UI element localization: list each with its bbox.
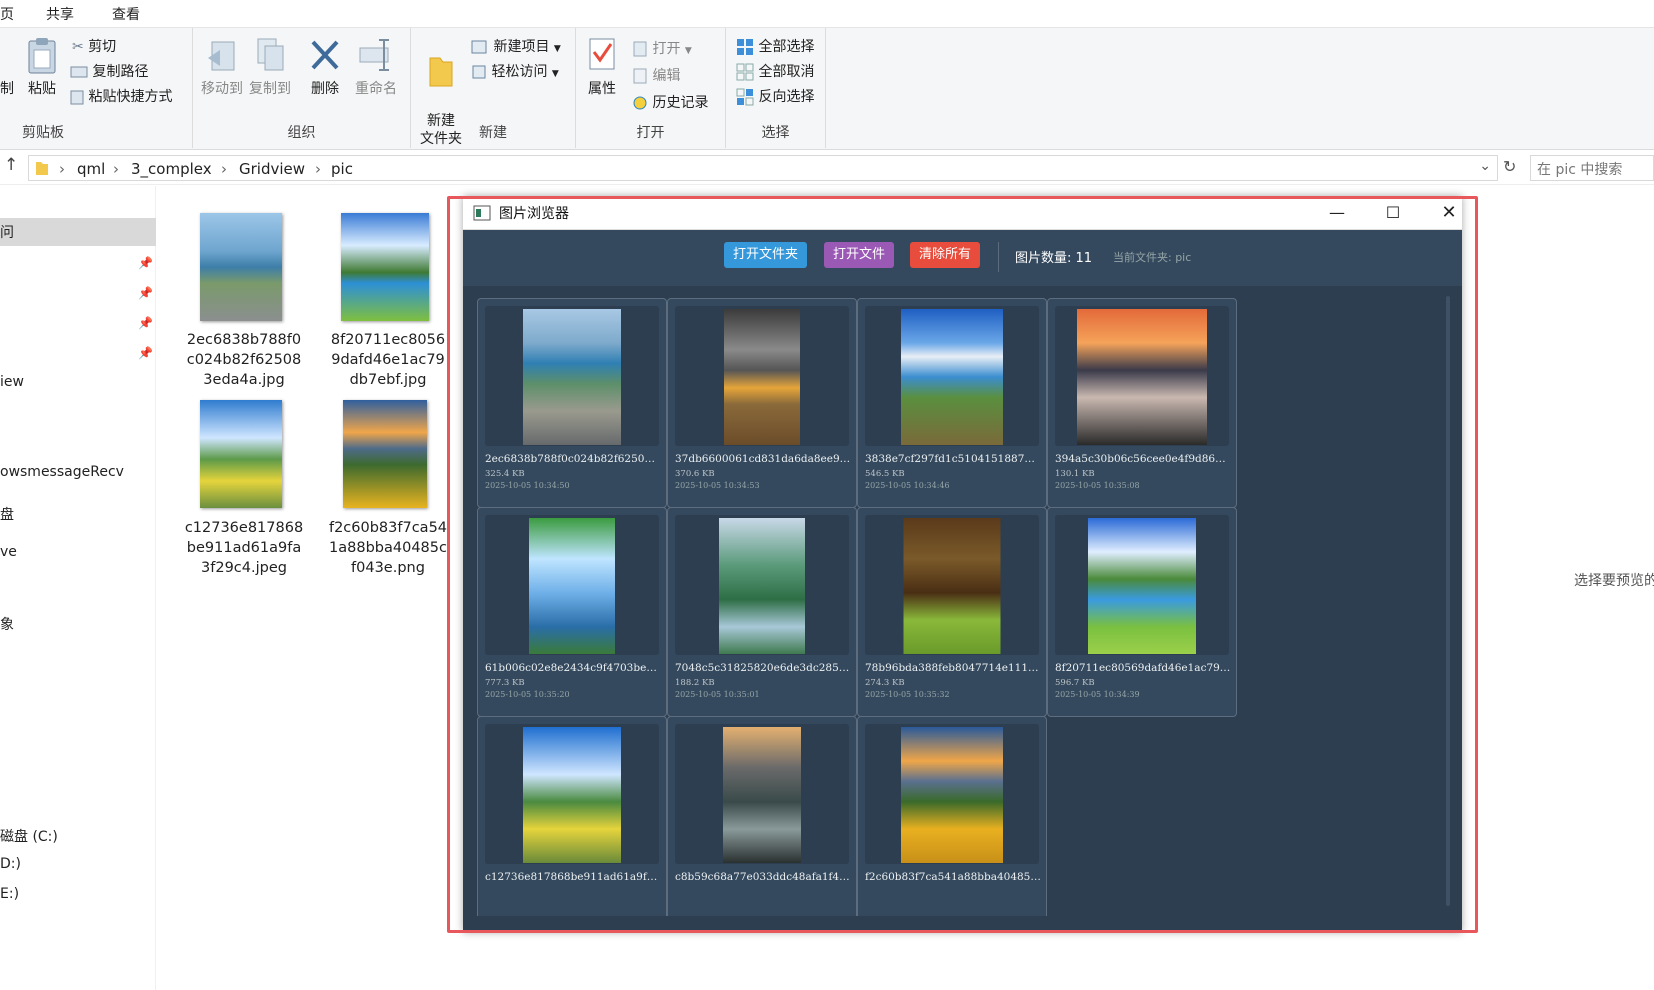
open-group: 属性 打开 ▼ 编辑 历史记录 打开 <box>576 28 726 148</box>
tab-view[interactable]: 查看 <box>112 4 140 24</box>
move-icon <box>208 41 235 71</box>
paste-shortcut-button[interactable]: 粘贴快捷方式 <box>70 86 172 106</box>
file-thumbnail <box>343 400 427 508</box>
up-arrow-icon[interactable]: ↑ <box>4 155 18 175</box>
file-name: c12736e817868be911ad61a9fa3f29c4.jpeg <box>184 520 304 576</box>
breadcrumb-gridview[interactable]: Gridview <box>239 160 305 178</box>
dropdown-arrow-icon: ▼ <box>551 69 559 79</box>
address-bar-row: ↑ › qml › 3_complex › Gridview › pic ⌄ ↻… <box>0 151 1654 185</box>
nav-item-drive-d[interactable]: D:) <box>0 856 21 872</box>
organize-group: 移动到 复制到 删除 重命名 组织 <box>193 28 411 148</box>
pin-icon[interactable]: 📌 <box>138 286 153 300</box>
file-thumbnail <box>200 213 282 321</box>
nav-item-drive-e[interactable]: E:) <box>0 886 19 902</box>
dropdown-arrow-icon: ▼ <box>553 44 561 54</box>
file-name: 2ec6838b788f0c024b82f625083eda4a.jpg <box>186 332 302 388</box>
history-icon <box>633 96 647 110</box>
select-none-icon <box>736 63 754 81</box>
nav-item-onedrive[interactable]: ve <box>0 544 17 560</box>
breadcrumb-chevron-icon: › <box>221 160 227 178</box>
pin-icon[interactable]: 📌 <box>138 316 153 330</box>
highlight-frame <box>447 196 1478 933</box>
refresh-icon[interactable]: ↻ <box>1503 157 1516 176</box>
breadcrumb-chevron-icon: › <box>59 160 65 178</box>
file-name: f2c60b83f7ca541a88bba40485cf043e.png <box>328 520 448 576</box>
folder-icon <box>36 162 48 175</box>
select-all-button[interactable]: 全部选择 <box>736 36 814 56</box>
select-all-icon <box>737 39 753 55</box>
easy-access-icon <box>472 65 486 79</box>
cut-button[interactable]: ✂ 剪切 <box>72 36 116 56</box>
rename-button[interactable]: 重命名 <box>351 36 401 98</box>
file-name: 8f20711ec80569dafd46e1ac79db7ebf.jpg <box>330 332 446 388</box>
open-group-label: 打开 <box>636 125 665 141</box>
nav-item-windowsmessage[interactable]: owsmessageRecv <box>0 464 124 480</box>
nav-item-quick-access[interactable]: 问 <box>0 222 14 242</box>
copy-path-button[interactable]: 复制路径 <box>70 61 148 81</box>
dropdown-arrow-icon: ▼ <box>684 46 692 56</box>
organize-group-label: 组织 <box>287 125 316 141</box>
copy-to-button[interactable]: 复制到 <box>247 36 293 98</box>
file-thumbnail <box>200 400 282 508</box>
breadcrumb-pic[interactable]: pic <box>331 160 353 178</box>
edit-button[interactable]: 编辑 <box>632 65 680 85</box>
shortcut-icon <box>70 90 84 105</box>
select-group: 全部选择 全部取消 反向选择 选择 <box>726 28 826 148</box>
tab-home[interactable]: 页 <box>0 4 14 24</box>
select-none-button[interactable]: 全部取消 <box>736 61 814 81</box>
delete-button[interactable]: 删除 <box>307 36 343 98</box>
nav-item-drive-c[interactable]: 磁盘 (C:) <box>0 826 58 846</box>
properties-check-icon <box>589 38 615 70</box>
tab-share[interactable]: 共享 <box>46 4 74 24</box>
edit-icon <box>633 68 647 84</box>
navigation-pane: 问 📌 📌 📌 📌 iew owsmessageRecv 盘 ve 象 磁盘 (… <box>0 186 156 990</box>
ribbon: 制 粘贴 ✂ 剪切 复制路径 粘贴快捷方式 剪贴板 移动到 复制到 删除 重命名… <box>0 28 1654 150</box>
copy-partial-button[interactable]: 制 <box>0 78 14 98</box>
rename-icon <box>359 39 389 71</box>
nav-item-disk[interactable]: 盘 <box>0 504 14 524</box>
move-to-button[interactable]: 移动到 <box>199 36 245 98</box>
breadcrumb-chevron-icon: › <box>315 160 321 178</box>
select-group-label: 选择 <box>761 125 790 141</box>
pin-icon[interactable]: 📌 <box>138 256 153 270</box>
paste-button[interactable]: 粘贴 <box>22 36 62 98</box>
address-bar[interactable]: › qml › 3_complex › Gridview › pic ⌄ <box>28 155 1498 181</box>
open-button[interactable]: 打开 ▼ <box>632 38 692 58</box>
chevron-down-icon[interactable]: ⌄ <box>1479 158 1491 174</box>
scissors-icon: ✂ <box>72 39 84 55</box>
nav-item-gridview[interactable]: iew <box>0 374 24 390</box>
open-icon <box>633 41 647 57</box>
ribbon-tabs: 页 共享 查看 <box>0 0 1654 28</box>
search-input[interactable]: 在 pic 中搜索 <box>1530 155 1654 181</box>
new-item-button[interactable]: 新建项目 ▼ <box>471 36 561 56</box>
folder-icon <box>429 57 453 87</box>
new-item-icon <box>471 40 487 54</box>
invert-selection-icon <box>736 88 754 106</box>
nav-selected-row[interactable] <box>0 218 156 246</box>
pin-icon[interactable]: 📌 <box>138 346 153 360</box>
easy-access-button[interactable]: 轻松访问 ▼ <box>471 61 559 81</box>
properties-button[interactable]: 属性 <box>582 36 622 98</box>
delete-x-icon <box>311 40 339 70</box>
invert-selection-button[interactable]: 反向选择 <box>736 86 814 106</box>
path-icon <box>70 66 88 78</box>
clipboard-icon <box>28 38 56 74</box>
breadcrumb-3-complex[interactable]: 3_complex <box>131 160 212 178</box>
new-group: 新建 文件夹 新建项目 ▼ 轻松访问 ▼ 新建 <box>411 28 576 148</box>
history-button[interactable]: 历史记录 <box>632 92 708 112</box>
preview-pane-text: 选择要预览的 <box>1574 573 1654 589</box>
nav-item-objects[interactable]: 象 <box>0 614 14 634</box>
breadcrumb-qml[interactable]: qml <box>77 160 105 178</box>
breadcrumb-chevron-icon: › <box>113 160 119 178</box>
copy-icon <box>257 38 284 71</box>
clipboard-group: 制 粘贴 ✂ 剪切 复制路径 粘贴快捷方式 剪贴板 <box>0 28 193 148</box>
new-group-label: 新建 <box>479 125 507 141</box>
file-thumbnail <box>341 213 429 321</box>
clipboard-group-label: 剪贴板 <box>22 125 64 141</box>
